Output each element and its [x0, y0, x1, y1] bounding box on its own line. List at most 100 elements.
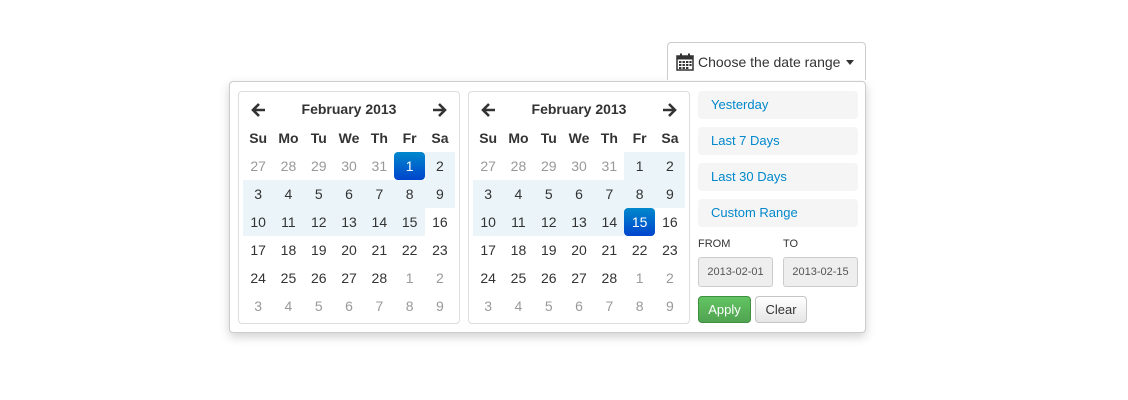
- day-cell[interactable]: 10: [243, 208, 274, 236]
- day-cell[interactable]: 20: [334, 236, 364, 264]
- day-cell[interactable]: 27: [334, 264, 364, 292]
- day-cell[interactable]: 8: [394, 180, 425, 208]
- day-cell[interactable]: 23: [655, 236, 685, 264]
- day-cell[interactable]: 15: [394, 208, 425, 236]
- day-cell[interactable]: 24: [473, 264, 503, 292]
- day-cell-selected[interactable]: 15: [624, 208, 655, 236]
- day-cell[interactable]: 4: [273, 292, 303, 320]
- day-cell[interactable]: 6: [564, 292, 594, 320]
- day-cell[interactable]: 21: [594, 236, 624, 264]
- day-cell[interactable]: 23: [425, 236, 455, 264]
- calendar-end: February 2013 Su Mo Tu We Th Fr Sa 27 28 29 30 31 1 2…: [468, 91, 690, 324]
- day-cell[interactable]: 26: [534, 264, 564, 292]
- to-date-input[interactable]: 2013-02-15: [783, 257, 858, 287]
- day-cell[interactable]: 22: [394, 236, 424, 264]
- apply-button[interactable]: Apply: [698, 296, 751, 323]
- day-cell[interactable]: 2: [654, 152, 686, 180]
- next-month-arrow-icon[interactable]: [659, 100, 679, 120]
- day-cell[interactable]: 12: [533, 208, 564, 236]
- day-cell[interactable]: 28: [594, 264, 624, 292]
- day-cell[interactable]: 30: [564, 152, 594, 180]
- day-cell[interactable]: 6: [334, 292, 364, 320]
- day-cell[interactable]: 14: [364, 208, 395, 236]
- day-cell[interactable]: 2: [655, 264, 685, 292]
- day-cell[interactable]: 2: [424, 152, 456, 180]
- day-cell[interactable]: 3: [473, 180, 504, 208]
- day-cell[interactable]: 8: [624, 180, 655, 208]
- weekday-header: We: [568, 130, 590, 146]
- day-cell[interactable]: 19: [304, 236, 334, 264]
- date-range-button[interactable]: Choose the date range: [667, 42, 866, 80]
- day-cell[interactable]: 11: [273, 208, 304, 236]
- day-cell[interactable]: 5: [303, 180, 334, 208]
- from-date-input[interactable]: 2013-02-01: [698, 257, 773, 287]
- day-cell[interactable]: 5: [534, 292, 564, 320]
- calendar-start: February 2013 Su Mo Tu We Th Fr Sa 27 28 29 30 31 1 2…: [238, 91, 460, 324]
- day-cell[interactable]: 8: [624, 292, 654, 320]
- day-cell[interactable]: 3: [243, 292, 273, 320]
- day-cell[interactable]: 21: [364, 236, 394, 264]
- day-cell[interactable]: 1: [394, 264, 424, 292]
- day-cell[interactable]: 2: [425, 264, 455, 292]
- day-cell[interactable]: 8: [394, 292, 424, 320]
- calendar-icon: [676, 53, 694, 71]
- day-cell[interactable]: 9: [655, 292, 685, 320]
- day-cell[interactable]: 28: [364, 264, 394, 292]
- day-cell[interactable]: 18: [503, 236, 533, 264]
- day-cell[interactable]: 24: [243, 264, 273, 292]
- day-cell[interactable]: 19: [534, 236, 564, 264]
- day-cell[interactable]: 31: [364, 152, 394, 180]
- day-cell[interactable]: 4: [503, 292, 533, 320]
- day-cell-selected[interactable]: 1: [394, 152, 425, 180]
- day-cell[interactable]: 29: [304, 152, 334, 180]
- range-last-7-days[interactable]: Last 7 Days: [698, 127, 858, 155]
- day-cell[interactable]: 20: [564, 236, 594, 264]
- day-cell[interactable]: 25: [273, 264, 303, 292]
- day-cell[interactable]: 7: [594, 292, 624, 320]
- day-cell[interactable]: 4: [503, 180, 534, 208]
- range-last-30-days[interactable]: Last 30 Days: [698, 163, 858, 191]
- day-cell[interactable]: 27: [473, 152, 503, 180]
- preset-ranges: Yesterday Last 7 Days Last 30 Days Custo…: [698, 91, 858, 235]
- day-cell[interactable]: 11: [503, 208, 534, 236]
- day-cell[interactable]: 9: [654, 180, 686, 208]
- day-cell[interactable]: 7: [594, 180, 625, 208]
- day-cell[interactable]: 16: [425, 208, 455, 236]
- day-cell[interactable]: 29: [534, 152, 564, 180]
- day-cell[interactable]: 5: [304, 292, 334, 320]
- day-cell[interactable]: 10: [473, 208, 504, 236]
- day-cell[interactable]: 22: [624, 236, 654, 264]
- day-cell[interactable]: 27: [243, 152, 273, 180]
- day-cell[interactable]: 17: [473, 236, 503, 264]
- day-cell[interactable]: 13: [333, 208, 365, 236]
- day-cell[interactable]: 9: [424, 180, 456, 208]
- day-cell[interactable]: 18: [273, 236, 303, 264]
- day-cell[interactable]: 31: [594, 152, 624, 180]
- day-cell[interactable]: 17: [243, 236, 273, 264]
- day-cell[interactable]: 28: [273, 152, 303, 180]
- day-cell[interactable]: 7: [364, 292, 394, 320]
- day-cell[interactable]: 16: [655, 208, 685, 236]
- day-cell[interactable]: 26: [304, 264, 334, 292]
- day-cell[interactable]: 28: [503, 152, 533, 180]
- range-yesterday[interactable]: Yesterday: [698, 91, 858, 119]
- day-cell[interactable]: 6: [333, 180, 365, 208]
- day-cell[interactable]: 1: [624, 264, 654, 292]
- day-cell[interactable]: 3: [473, 292, 503, 320]
- next-month-arrow-icon[interactable]: [429, 100, 449, 120]
- day-cell[interactable]: 12: [303, 208, 334, 236]
- day-cell[interactable]: 27: [564, 264, 594, 292]
- day-cell[interactable]: 4: [273, 180, 304, 208]
- day-cell[interactable]: 25: [503, 264, 533, 292]
- clear-button[interactable]: Clear: [755, 296, 807, 323]
- day-cell[interactable]: 5: [533, 180, 564, 208]
- day-cell[interactable]: 3: [243, 180, 274, 208]
- day-cell[interactable]: 1: [624, 152, 655, 180]
- day-cell[interactable]: 9: [425, 292, 455, 320]
- day-cell[interactable]: 14: [594, 208, 625, 236]
- day-cell[interactable]: 30: [334, 152, 364, 180]
- day-cell[interactable]: 6: [563, 180, 595, 208]
- day-cell[interactable]: 7: [364, 180, 395, 208]
- range-custom[interactable]: Custom Range: [698, 199, 858, 227]
- day-cell[interactable]: 13: [563, 208, 595, 236]
